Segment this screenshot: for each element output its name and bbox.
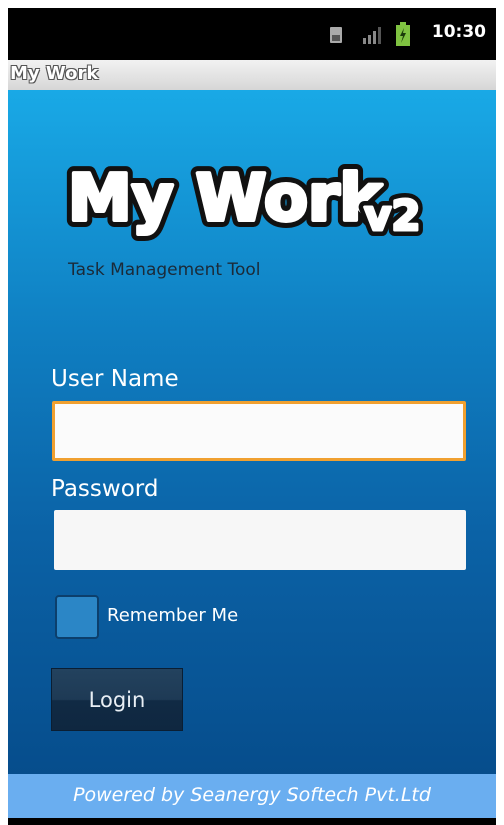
login-screen: My Work My Work v2 v2 Task Management To… [8,90,496,774]
phone-screen: 10:30 My Work My Work My Work v2 v2 Task… [8,8,496,825]
signal-icon [363,27,381,44]
login-button[interactable]: Login [51,668,183,731]
username-input[interactable] [52,401,466,461]
svg-text:My Work: My Work [68,162,384,236]
svg-text:v2: v2 [364,191,421,240]
app-subtitle: Task Management Tool [68,260,261,280]
app-title-bar: My Work [8,60,496,90]
footer: Powered by Seanergy Softech Pvt.Ltd [8,774,496,818]
status-bar: 10:30 [8,8,496,60]
status-clock: 10:30 [431,22,486,42]
remember-me-label[interactable]: Remember Me [107,605,238,626]
username-label: User Name [51,366,179,392]
sim-icon [330,27,342,43]
footer-credit: Powered by Seanergy Softech Pvt.Ltd [73,784,431,806]
password-label: Password [51,476,159,502]
app-title: My Work [10,63,99,84]
password-input[interactable] [54,510,466,570]
battery-icon [396,22,410,46]
remember-me-checkbox[interactable] [55,595,99,639]
app-logo: My Work My Work v2 v2 [64,155,427,242]
